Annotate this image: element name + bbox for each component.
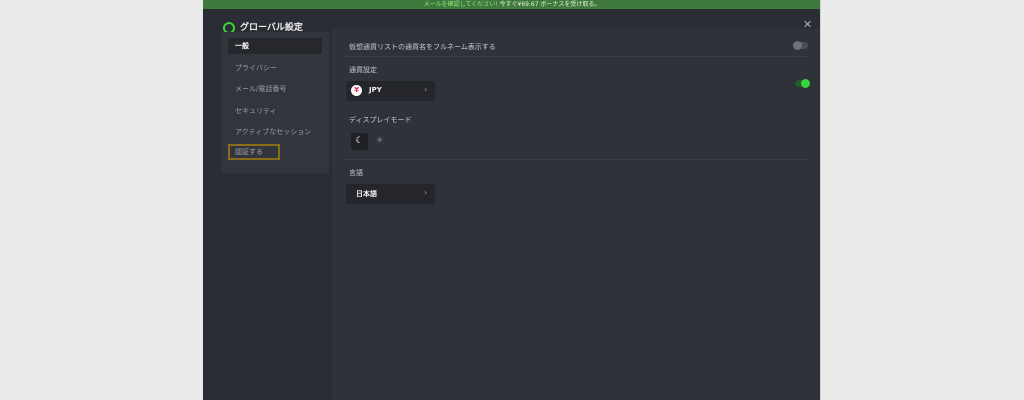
currency-value: JPY xyxy=(369,86,382,94)
moon-icon[interactable]: ☾ xyxy=(351,133,368,150)
currency-setting-label: 通貨設定 xyxy=(349,66,377,74)
verify-email-link[interactable]: メールを確認してください! xyxy=(424,1,498,8)
sidebar-item-email-phone[interactable]: メール/電話番号 xyxy=(228,81,322,97)
sidebar-item-general[interactable]: 一般 xyxy=(228,38,322,54)
sun-icon[interactable]: ☀ xyxy=(371,133,388,150)
title-bar: グローバル設定 ✕ xyxy=(203,9,821,34)
bonus-text: 今すぐ¥69.67 ボーナスを受け取る。 xyxy=(499,1,601,8)
sidebar-item-security[interactable]: セキュリティ xyxy=(228,103,322,119)
sidebar-item-active-sessions[interactable]: アクティブなセッション xyxy=(228,124,322,140)
currency-toggle[interactable] xyxy=(795,79,810,88)
settings-content: 仮想通貨リストの通貨名をフルネーム表示する 通貨設定 ¥ JPY › ディスプレ… xyxy=(332,29,821,400)
language-select-button[interactable]: 日本語 › xyxy=(346,184,435,204)
language-value: 日本語 xyxy=(356,190,377,198)
settings-window: メールを確認してください! 今すぐ¥69.67 ボーナスを受け取る。 グローバル… xyxy=(203,0,821,400)
toggle-knob xyxy=(793,41,802,50)
divider xyxy=(343,159,808,160)
toggle-knob xyxy=(801,79,810,88)
yen-icon: ¥ xyxy=(351,85,362,96)
window-edge xyxy=(820,0,821,400)
display-mode-label: ディスプレイモード xyxy=(349,116,412,124)
fullname-toggle[interactable] xyxy=(793,41,808,50)
fullname-setting-label: 仮想通貨リストの通貨名をフルネーム表示する xyxy=(349,43,496,51)
language-label: 言語 xyxy=(349,169,363,177)
verify-email-banner[interactable]: メールを確認してください! 今すぐ¥69.67 ボーナスを受け取る。 xyxy=(203,0,821,9)
chevron-right-icon: › xyxy=(424,85,428,94)
divider xyxy=(343,56,808,57)
sidebar-item-verify[interactable]: 認証する xyxy=(228,144,280,160)
settings-sidebar: 一般 プライバシー メール/電話番号 セキュリティ アクティブなセッション 認証… xyxy=(222,32,329,173)
chevron-right-icon: › xyxy=(424,188,428,197)
sidebar-item-privacy[interactable]: プライバシー xyxy=(228,60,322,76)
currency-select-button[interactable]: ¥ JPY › xyxy=(346,81,435,101)
